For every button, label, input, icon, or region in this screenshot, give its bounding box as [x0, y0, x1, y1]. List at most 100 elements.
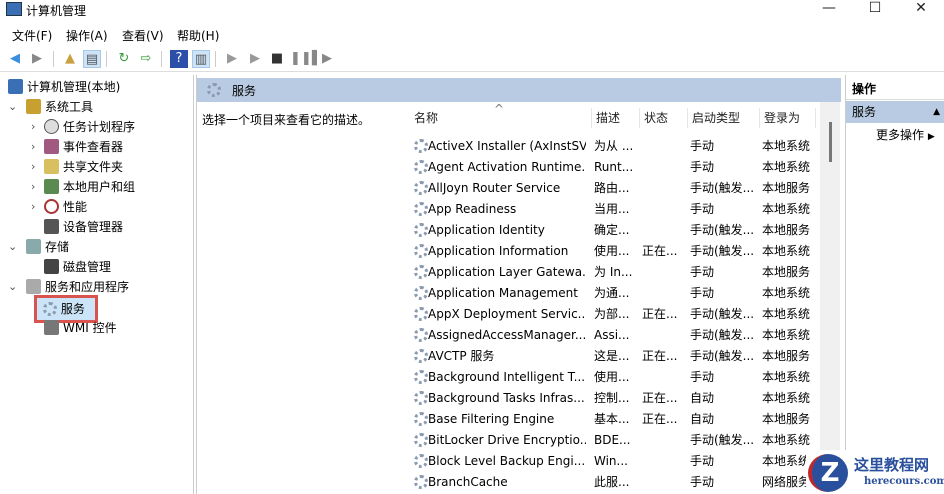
service-logon: 本地系统 — [762, 433, 811, 447]
pause-icon[interactable]: ❚❚ — [290, 50, 312, 68]
gear-icon — [414, 454, 428, 468]
tree-storage[interactable]: 存储 — [26, 237, 69, 257]
expand-chevron-icon[interactable]: ⌄ — [8, 100, 17, 113]
services-list: 名称 ^ 描述 状态 启动类型 登录为 ActiveX Installer (Ax… — [400, 102, 840, 494]
table-row[interactable]: Application Management 为通... 手动 本地系统 — [400, 283, 820, 304]
service-name-text: Background Tasks Infras... — [428, 391, 585, 405]
service-description: 确定... — [594, 223, 630, 237]
table-row[interactable]: Background Intelligent T... 使用... 手动 本地系统 — [400, 367, 820, 388]
service-description: 为通... — [594, 286, 630, 300]
service-description: Win... — [594, 454, 628, 468]
table-row[interactable]: Application Layer Gatewa... 为 In... 手动 本地服务 — [400, 262, 820, 283]
tree-root[interactable]: 计算机管理(本地) — [8, 77, 120, 97]
gear-icon — [414, 349, 428, 363]
show-hide-tree-icon[interactable]: ▤ — [83, 50, 101, 68]
service-logon: 本地系统 — [762, 286, 811, 300]
service-name: AllJoyn Router Service — [414, 178, 586, 199]
service-logon: 本地系统 — [762, 307, 811, 321]
service-name: ActiveX Installer (AxInstSV) — [414, 136, 586, 157]
refresh-icon[interactable]: ↻ — [115, 50, 133, 68]
start-icon[interactable]: ▶ — [223, 50, 241, 68]
table-row[interactable]: Background Tasks Infras... 控制... 正在... 自动 本地… — [400, 388, 820, 409]
tree-services-apps[interactable]: 服务和应用程序 — [26, 277, 129, 297]
collapse-chevron-icon[interactable]: › — [31, 200, 35, 213]
service-name-text: Application Information — [428, 244, 569, 258]
gear-icon — [414, 391, 428, 405]
table-row[interactable]: Agent Activation Runtime... Runt... 手动 本地系统 — [400, 157, 820, 178]
expand-chevron-icon[interactable]: ⌄ — [8, 240, 17, 253]
vertical-scrollbar[interactable] — [820, 102, 840, 494]
menu-help[interactable]: 帮助(H) — [177, 27, 219, 44]
gear-icon — [414, 475, 428, 489]
table-row[interactable]: AppX Deployment Servic... 为部... 正在... 手动(触发… — [400, 304, 820, 325]
restart-icon[interactable]: ▌▶ — [312, 50, 332, 68]
service-startup-type: 手动(触发... — [690, 181, 755, 195]
device-manager-icon — [44, 219, 59, 234]
column-header-startup-type[interactable]: 启动类型 — [688, 108, 760, 128]
minimize-button[interactable]: — — [806, 0, 852, 20]
gear-icon — [414, 433, 428, 447]
column-header-status[interactable]: 状态 — [640, 108, 688, 128]
collapse-chevron-icon[interactable]: › — [31, 120, 35, 133]
collapse-chevron-icon[interactable]: › — [31, 180, 35, 193]
actions-header: 操作 — [846, 78, 944, 100]
actions-services-group[interactable]: 服务 ▲ — [846, 101, 944, 123]
title-bar: 计算机管理 — ☐ ✕ — [0, 0, 944, 22]
table-row[interactable]: App Readiness 当用... 手动 本地系统 — [400, 199, 820, 220]
tree-shared-folders[interactable]: 共享文件夹 — [44, 157, 123, 177]
tree-wmi[interactable]: WMI 控件 — [44, 318, 117, 338]
gear-icon — [414, 370, 428, 384]
column-header-name[interactable]: 名称 ^ — [410, 102, 592, 128]
column-header-log-on-as[interactable]: 登录为 — [760, 108, 816, 128]
close-button[interactable]: ✕ — [898, 0, 944, 20]
table-row[interactable]: Base Filtering Engine 基本... 正在... 自动 本地服务 — [400, 409, 820, 430]
tree-local-users[interactable]: 本地用户和组 — [44, 177, 135, 197]
tree-task-scheduler[interactable]: 任务计划程序 — [44, 117, 135, 137]
column-header-description[interactable]: 描述 — [592, 108, 640, 128]
expand-chevron-icon[interactable]: ⌄ — [8, 280, 17, 293]
watermark-logo: Z 这里教程网 herecours.com — [806, 450, 944, 494]
table-row[interactable]: BranchCache 此服... 手动 网络服务 — [400, 472, 820, 493]
menu-action[interactable]: 操作(A) — [66, 27, 108, 44]
service-status: 正在... — [642, 307, 678, 321]
collapse-chevron-icon[interactable]: › — [31, 160, 35, 173]
forward-icon[interactable]: ▶ — [28, 50, 46, 68]
service-name-text: App Readiness — [428, 202, 517, 216]
gear-icon — [414, 160, 428, 174]
service-name: Agent Activation Runtime... — [414, 157, 586, 178]
service-name-text: AVCTP 服务 — [428, 349, 495, 363]
start-alt-icon[interactable]: ▶ — [246, 50, 264, 68]
scrollbar-thumb[interactable] — [829, 122, 832, 162]
tree-performance[interactable]: 性能 — [44, 197, 87, 217]
menu-view[interactable]: 查看(V) — [122, 27, 164, 44]
menu-file[interactable]: 文件(F) — [12, 27, 52, 44]
more-actions-item[interactable]: 更多操作 ▶ — [876, 125, 935, 147]
back-icon[interactable]: ◀ — [6, 50, 24, 68]
collapse-chevron-icon[interactable]: › — [31, 140, 35, 153]
table-row[interactable]: ActiveX Installer (AxInstSV) 为从 ... 手动 本地系统 — [400, 136, 820, 157]
collapse-up-icon[interactable]: ▲ — [933, 101, 940, 123]
tree-device-manager[interactable]: 设备管理器 — [44, 217, 123, 237]
help-icon[interactable]: ? — [170, 50, 188, 68]
export-icon[interactable]: ⇨ — [137, 50, 155, 68]
service-logon: 本地服务 — [762, 223, 811, 237]
tree-event-viewer[interactable]: 事件查看器 — [44, 137, 123, 157]
table-row[interactable]: AllJoyn Router Service 路由... 手动(触发... 本地服务 — [400, 178, 820, 199]
service-name: Application Management — [414, 283, 586, 304]
table-row[interactable]: AVCTP 服务 这是... 正在... 手动(触发... 本地服务 — [400, 346, 820, 367]
tree-system-tools[interactable]: 系统工具 — [26, 97, 93, 117]
table-row[interactable]: AssignedAccessManager... Assi... 手动(触发... 本… — [400, 325, 820, 346]
table-row[interactable]: Block Level Backup Engi... Win... 手动 本地系统 — [400, 451, 820, 472]
table-row[interactable]: Application Identity 确定... 手动(触发... 本地服务 — [400, 220, 820, 241]
stop-icon[interactable]: ■ — [268, 50, 286, 68]
up-folder-icon[interactable]: ▲ — [61, 50, 79, 68]
service-description: 为部... — [594, 307, 630, 321]
service-name-text: AllJoyn Router Service — [428, 181, 561, 195]
table-row[interactable]: BitLocker Drive Encryptio... BDE... 手动(触发.… — [400, 430, 820, 451]
show-action-pane-icon[interactable]: ▥ — [192, 50, 210, 68]
table-row[interactable]: Application Information 使用... 正在... 手动(触发..… — [400, 241, 820, 262]
gear-icon — [414, 286, 428, 300]
tree-disk-management[interactable]: 磁盘管理 — [44, 257, 111, 277]
service-name: AssignedAccessManager... — [414, 325, 586, 346]
maximize-button[interactable]: ☐ — [852, 0, 898, 20]
